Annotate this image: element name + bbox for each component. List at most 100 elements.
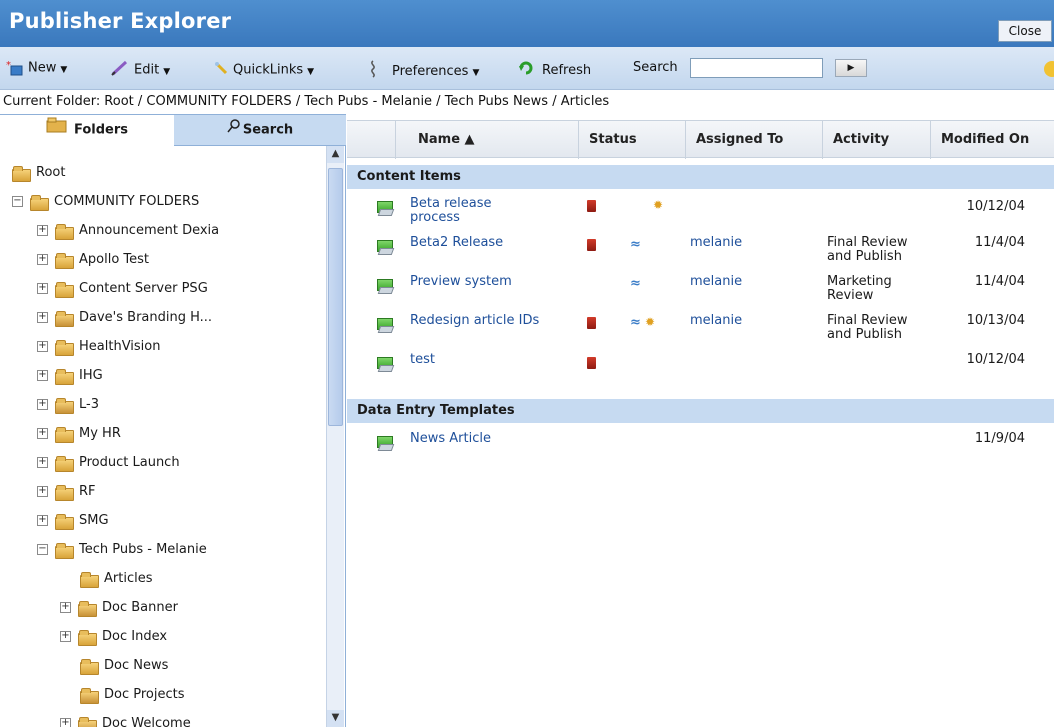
- new-icon: *: [6, 60, 24, 76]
- expand-icon[interactable]: +: [37, 515, 48, 526]
- gear-icon: ✹: [653, 198, 664, 212]
- help-icon[interactable]: [1044, 61, 1054, 77]
- tree-node[interactable]: + Product Launch: [37, 452, 180, 474]
- expand-icon[interactable]: +: [37, 399, 48, 410]
- expand-icon[interactable]: +: [60, 631, 71, 642]
- tree-node[interactable]: + L-3: [37, 394, 99, 416]
- collapse-icon[interactable]: −: [37, 544, 48, 555]
- item-name[interactable]: News Article: [410, 432, 491, 446]
- assigned-to[interactable]: melanie: [690, 314, 742, 328]
- tree-node[interactable]: + RF: [37, 481, 96, 503]
- column-header-modified[interactable]: Modified On: [930, 121, 1054, 159]
- folder-icon: [55, 281, 74, 298]
- search-go-button[interactable]: ▶: [835, 59, 867, 77]
- tree-node-label: Product Launch: [79, 455, 180, 470]
- folder-icon: [55, 484, 74, 501]
- quicklinks-icon: [213, 60, 229, 80]
- tree-node-label: COMMUNITY FOLDERS: [54, 194, 200, 209]
- expand-icon[interactable]: +: [37, 428, 48, 439]
- column-header-activity[interactable]: Activity: [822, 121, 930, 159]
- refresh-label: Refresh: [542, 62, 592, 78]
- tree-node-label: Content Server PSG: [79, 281, 208, 296]
- edit-button[interactable]: Edit ▼: [110, 60, 170, 78]
- tree-node[interactable]: + Dave's Branding H...: [37, 307, 212, 329]
- tree-node[interactable]: + Apollo Test: [37, 249, 149, 271]
- folder-icon: [55, 426, 74, 443]
- tree-node[interactable]: Articles: [80, 568, 152, 590]
- tab-search-label: Search: [242, 122, 294, 138]
- column-header-status[interactable]: Status: [578, 121, 685, 159]
- item-name[interactable]: Preview system: [410, 275, 512, 289]
- column-header-name[interactable]: Name ▲: [395, 121, 578, 159]
- item-name[interactable]: Redesign article IDs: [410, 314, 539, 328]
- scrollbar-thumb[interactable]: [328, 168, 343, 426]
- search-label: Search: [633, 60, 678, 75]
- tree-node[interactable]: + Doc Banner: [60, 597, 178, 619]
- tree-node-label: Doc Index: [102, 629, 168, 644]
- tree-node[interactable]: Root: [12, 162, 65, 184]
- expand-icon[interactable]: +: [37, 370, 48, 381]
- tree-node[interactable]: + Announcement Dexia: [37, 220, 219, 242]
- breadcrumb-path[interactable]: Root / COMMUNITY FOLDERS / Tech Pubs - M…: [104, 94, 609, 109]
- scroll-down-icon[interactable]: ▼: [327, 710, 344, 727]
- tree-node-label: Doc Projects: [104, 687, 185, 702]
- tree-scrollbar[interactable]: ▲ ▼: [326, 146, 344, 727]
- expand-icon[interactable]: +: [60, 718, 71, 727]
- tab-search[interactable]: Search: [174, 114, 346, 146]
- expand-icon[interactable]: +: [37, 312, 48, 323]
- workflow-icon: ≈: [630, 276, 641, 291]
- folder-icon: [78, 629, 97, 646]
- tab-folders[interactable]: Folders: [0, 114, 174, 146]
- column-header-assigned[interactable]: Assigned To: [685, 121, 822, 159]
- refresh-icon: [518, 60, 534, 80]
- search-input[interactable]: [690, 58, 823, 78]
- chevron-down-icon: ▼: [163, 66, 171, 77]
- expand-icon[interactable]: +: [37, 283, 48, 294]
- tree-node[interactable]: − Tech Pubs - Melanie: [37, 539, 207, 561]
- tree-node[interactable]: + HealthVision: [37, 336, 161, 358]
- modified-date: 10/12/04: [966, 352, 1025, 367]
- folder-icon: [80, 571, 99, 588]
- expand-icon[interactable]: +: [37, 341, 48, 352]
- tree-node[interactable]: Doc News: [80, 655, 168, 677]
- tree-node[interactable]: − COMMUNITY FOLDERS: [12, 191, 199, 213]
- tree-node[interactable]: + IHG: [37, 365, 103, 387]
- select-column-header: [347, 121, 395, 159]
- breadcrumb-prefix: Current Folder:: [3, 94, 101, 109]
- tree-node[interactable]: + Doc Welcome: [60, 713, 191, 727]
- assigned-to[interactable]: melanie: [690, 236, 742, 250]
- modified-date: 10/13/04: [966, 313, 1025, 328]
- content-item-icon: [375, 198, 393, 214]
- expand-icon[interactable]: +: [37, 254, 48, 265]
- tree-node[interactable]: Doc Projects: [80, 684, 185, 706]
- activity: Final Review and Publish: [827, 235, 908, 264]
- tree-node[interactable]: + SMG: [37, 510, 109, 532]
- expand-icon[interactable]: +: [37, 225, 48, 236]
- new-button[interactable]: * New ▼: [6, 60, 67, 78]
- expand-icon[interactable]: +: [60, 602, 71, 613]
- item-name[interactable]: Beta2 Release: [410, 236, 503, 250]
- preferences-icon: [368, 60, 378, 82]
- tree-node-label: My HR: [79, 426, 121, 441]
- assigned-to[interactable]: melanie: [690, 275, 742, 289]
- quicklinks-label: QuickLinks: [233, 62, 304, 78]
- preferences-button[interactable]: Preferences ▼: [368, 60, 479, 79]
- refresh-button[interactable]: Refresh: [518, 60, 591, 78]
- tree-node[interactable]: + Content Server PSG: [37, 278, 208, 300]
- expand-icon[interactable]: +: [37, 457, 48, 468]
- tree-node[interactable]: + My HR: [37, 423, 121, 445]
- folder-panel: Folders Search Root − COMMUNITY FOLDERS +…: [0, 114, 346, 727]
- modified-date: 11/9/04: [974, 431, 1025, 446]
- tree-node-label: HealthVision: [79, 339, 161, 354]
- scroll-up-icon[interactable]: ▲: [327, 146, 344, 163]
- preferences-label: Preferences: [392, 63, 469, 79]
- collapse-icon[interactable]: −: [12, 196, 23, 207]
- tree-node-label: IHG: [79, 368, 103, 383]
- item-name[interactable]: test: [410, 353, 435, 367]
- quicklinks-button[interactable]: QuickLinks ▼: [213, 60, 314, 78]
- tree-node[interactable]: + Doc Index: [60, 626, 167, 648]
- close-button[interactable]: Close: [998, 20, 1052, 42]
- item-name[interactable]: Beta release process: [410, 197, 492, 225]
- tree-node-label: Doc Welcome: [102, 716, 191, 727]
- expand-icon[interactable]: +: [37, 486, 48, 497]
